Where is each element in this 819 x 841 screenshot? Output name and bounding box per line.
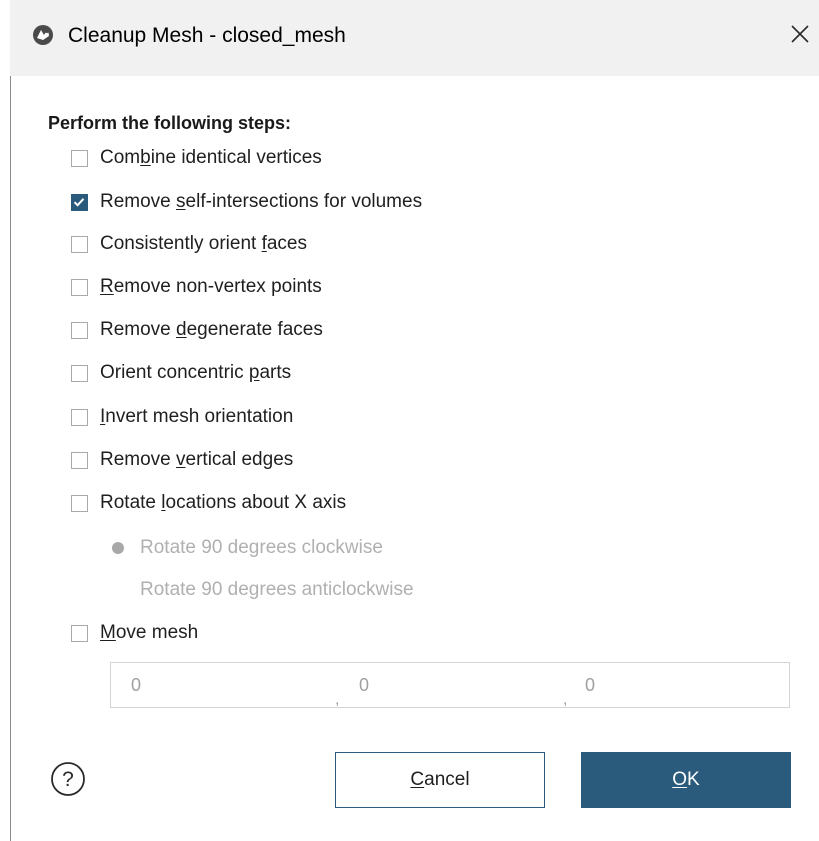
checkbox[interactable] <box>71 278 88 296</box>
checkbox-label-move-mesh: Move mesh <box>100 622 198 644</box>
checkbox-combine-vertices[interactable]: Combine identical vertices <box>71 145 322 171</box>
mnemonic-key: C <box>410 769 425 790</box>
label-suffix: nvert mesh orientation <box>105 406 294 427</box>
label-prefix: Remove <box>100 319 177 340</box>
checkbox[interactable] <box>71 364 88 382</box>
radio-button-selected[interactable] <box>112 542 124 554</box>
label-prefix: Remove <box>100 191 177 212</box>
checkbox-rotate-locations[interactable]: Rotate locations about X axis <box>71 490 346 516</box>
checkbox[interactable] <box>71 451 88 469</box>
label-suffix: arts <box>259 362 292 383</box>
mnemonic-key: v <box>176 449 186 470</box>
checkbox-label-rotate-locations: Rotate locations about X axis <box>100 492 346 514</box>
steps-heading: Perform the following steps: <box>48 113 292 133</box>
window-border <box>10 0 11 841</box>
label-suffix: ove mesh <box>115 622 199 643</box>
checkbox-orient-concentric-parts[interactable]: Orient concentric parts <box>71 360 291 386</box>
mnemonic-key: p <box>248 362 260 383</box>
checkbox[interactable] <box>71 321 88 339</box>
title-bar: Cleanup Mesh - closed_mesh <box>10 0 819 76</box>
label-suffix: ine identical vertices <box>150 147 322 168</box>
label-suffix: egenerate faces <box>186 319 323 340</box>
ok-button-label: OK <box>672 769 699 791</box>
label-suffix: emove non-vertex points <box>113 276 322 297</box>
label-prefix: Rotate <box>100 492 162 513</box>
checkbox-label-remove-self-intersections: Remove self-intersections for volumes <box>100 191 422 213</box>
move-x-input[interactable]: 0 <box>111 663 339 707</box>
label-prefix: Consistently orient <box>100 233 262 254</box>
move-y-input[interactable]: 0 <box>339 663 565 707</box>
radio-rotate-anticlockwise[interactable]: Rotate 90 degrees anticlockwise <box>110 577 414 603</box>
checkbox-label-combine-vertices: Combine identical vertices <box>100 147 322 169</box>
checkbox[interactable] <box>71 494 88 512</box>
label-suffix: K <box>687 769 700 790</box>
checkbox[interactable] <box>71 235 88 253</box>
mnemonic-key: M <box>100 622 116 643</box>
label-prefix: Orient concentric <box>100 362 249 383</box>
mnemonic-key: b <box>140 147 151 168</box>
move-mesh-coordinates: 0 , 0 , 0 <box>110 662 790 708</box>
close-icon[interactable] <box>788 22 812 46</box>
checkmark-icon <box>73 197 85 207</box>
checkbox-label-orient-faces: Consistently orient faces <box>100 233 307 255</box>
label-prefix: Remove <box>100 449 177 470</box>
label-suffix: ertical edges <box>185 449 294 470</box>
label-suffix: elf-intersections for volumes <box>185 191 423 212</box>
checkbox[interactable] <box>71 624 88 642</box>
checkbox-label-orient-concentric-parts: Orient concentric parts <box>100 362 291 384</box>
help-icon[interactable]: ? <box>50 761 86 797</box>
radio-rotate-clockwise[interactable]: Rotate 90 degrees clockwise <box>110 535 383 561</box>
svg-text:?: ? <box>62 768 74 791</box>
move-z-input[interactable]: 0 <box>565 663 789 707</box>
radio-label-clockwise: Rotate 90 degrees clockwise <box>140 537 383 558</box>
checkbox-invert-orientation[interactable]: Invert mesh orientation <box>71 404 293 430</box>
checkbox-remove-self-intersections[interactable]: Remove self-intersections for volumes <box>71 189 422 215</box>
checkbox-remove-non-vertex-points[interactable]: Remove non-vertex points <box>71 274 322 300</box>
checkbox-label-invert-orientation: Invert mesh orientation <box>100 406 293 428</box>
checkbox-checked[interactable] <box>71 193 88 211</box>
checkbox-remove-vertical-edges[interactable]: Remove vertical edges <box>71 447 293 473</box>
checkbox-remove-degenerate-faces[interactable]: Remove degenerate faces <box>71 317 323 343</box>
radio-button[interactable] <box>110 582 126 598</box>
checkbox-orient-faces[interactable]: Consistently orient faces <box>71 231 307 257</box>
checkbox-label-remove-non-vertex-points: Remove non-vertex points <box>100 276 322 298</box>
checkbox-label-remove-vertical-edges: Remove vertical edges <box>100 449 293 471</box>
checkbox-move-mesh[interactable]: Move mesh <box>71 620 198 646</box>
mnemonic-key: O <box>672 769 688 790</box>
checkbox-label-remove-degenerate-faces: Remove degenerate faces <box>100 319 323 341</box>
label-suffix: aces <box>266 233 307 254</box>
cancel-button[interactable]: Cancel <box>335 752 545 808</box>
mnemonic-key: R <box>100 276 114 297</box>
ok-button[interactable]: OK <box>581 752 791 808</box>
cleanup-mesh-dialog: Cleanup Mesh - closed_mesh Perform the f… <box>0 0 819 841</box>
checkbox[interactable] <box>71 149 88 167</box>
radio-label-anticlockwise: Rotate 90 degrees anticlockwise <box>140 579 414 600</box>
label-prefix: Com <box>100 147 141 168</box>
label-suffix: ancel <box>424 769 470 790</box>
app-icon <box>33 25 53 45</box>
label-suffix: ocations about X axis <box>165 492 347 513</box>
cancel-button-label: Cancel <box>410 769 469 791</box>
window-title: Cleanup Mesh - closed_mesh <box>68 24 346 47</box>
mnemonic-key: s <box>176 191 186 212</box>
checkbox[interactable] <box>71 408 88 426</box>
mnemonic-key: d <box>176 319 187 340</box>
